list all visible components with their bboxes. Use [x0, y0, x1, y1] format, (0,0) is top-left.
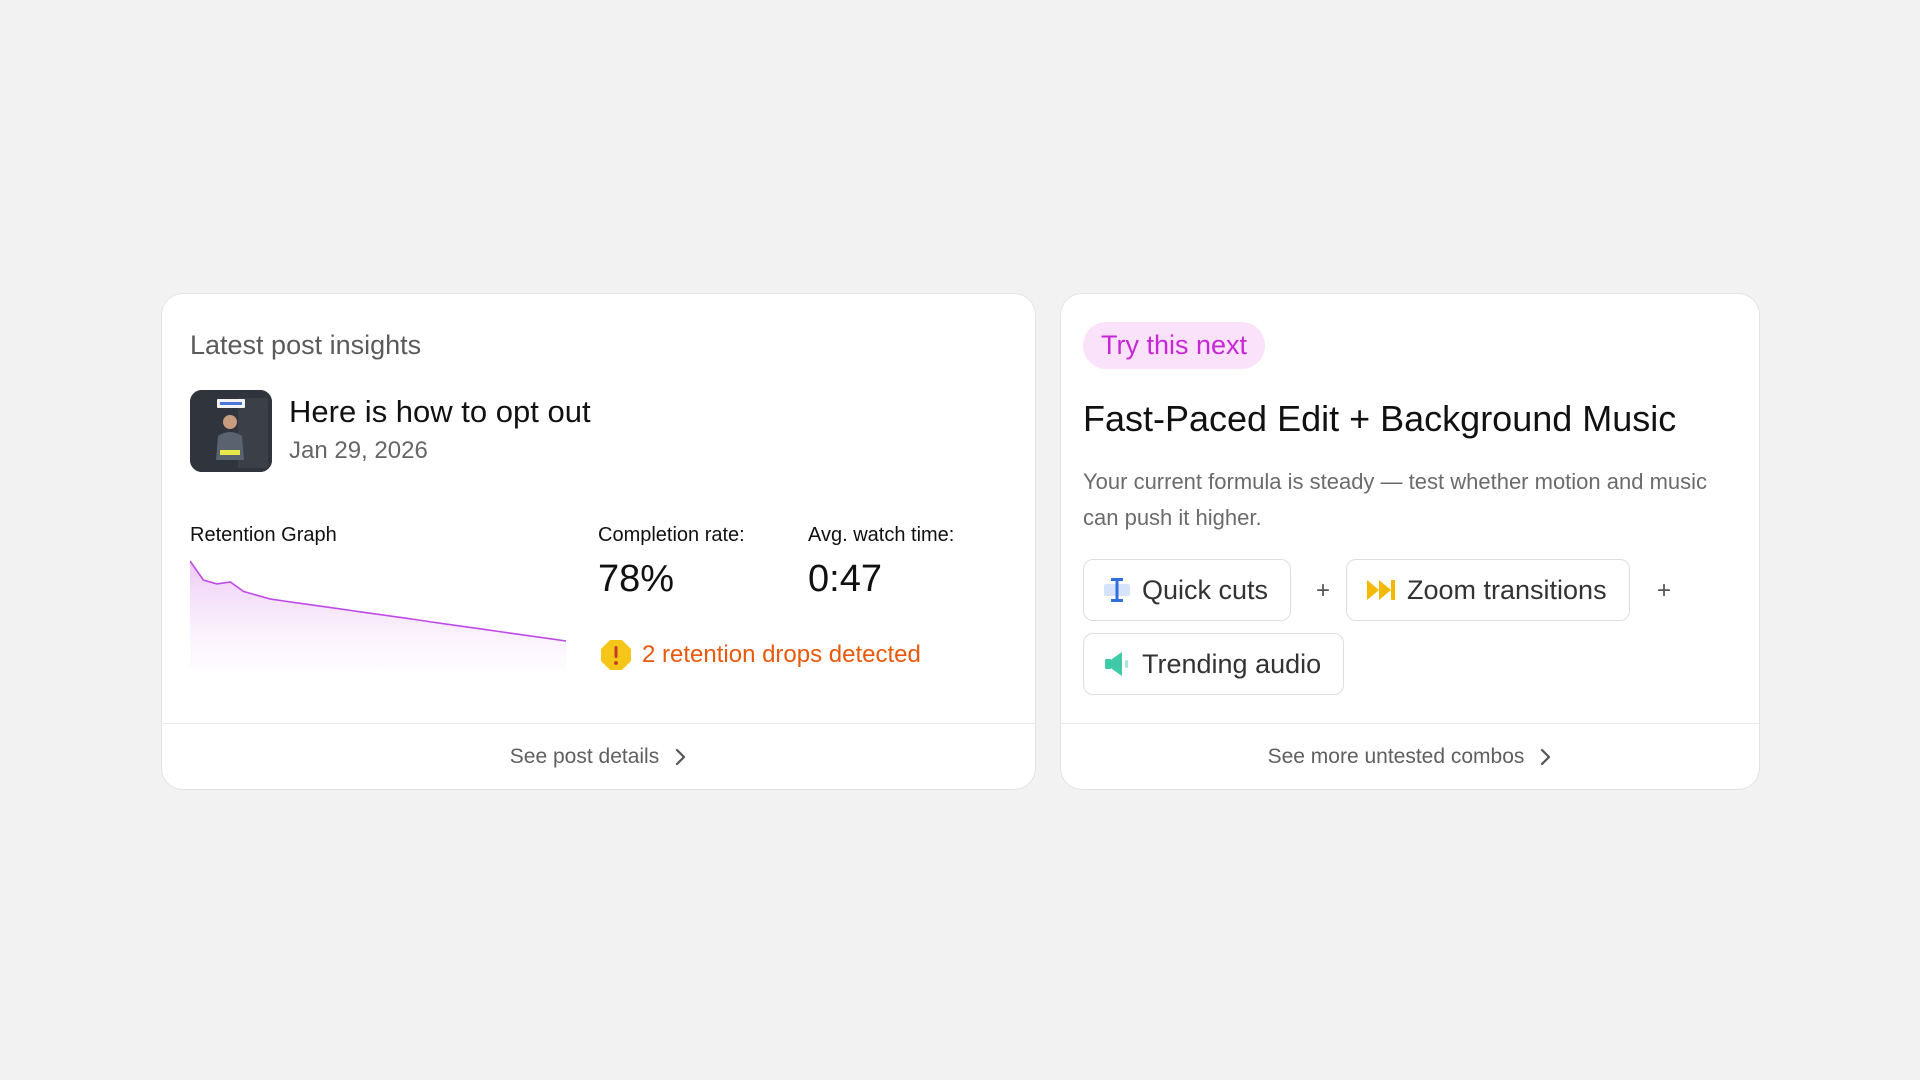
speaker-icon — [1105, 652, 1128, 676]
warning-octagon-icon — [601, 640, 631, 670]
retention-graph-label: Retention Graph — [190, 524, 337, 546]
completion-rate-value: 78% — [598, 558, 675, 600]
video-thumbnail[interactable] — [190, 390, 272, 472]
post-insights-card: Latest post insights Here is how to opt … — [161, 293, 1036, 790]
retention-warning: 2 retention drops detected — [600, 639, 921, 671]
chip-zoom-transitions[interactable]: Zoom transitions — [1346, 559, 1630, 621]
plus-separator: + — [1657, 577, 1672, 604]
chip-label: Zoom transitions — [1407, 574, 1607, 605]
post-date: Jan 29, 2026 — [289, 437, 428, 464]
warning-text: 2 retention drops detected — [642, 641, 921, 668]
thumbnail-image — [190, 390, 272, 472]
chip-quick-cuts[interactable]: Quick cuts — [1083, 559, 1292, 621]
fast-forward-icon — [1367, 580, 1395, 600]
avg-watch-time-value: 0:47 — [808, 558, 882, 600]
text-cursor-icon — [1104, 578, 1130, 602]
see-post-details-link[interactable]: See post details — [162, 723, 1035, 789]
combo-description: Your current formula is steady — test wh… — [1083, 469, 1708, 530]
plus-separator: + — [1316, 577, 1331, 604]
combo-headline: Fast-Paced Edit + Background Music — [1083, 398, 1677, 439]
see-more-combos-link[interactable]: See more untested combos — [1061, 723, 1759, 789]
post-title[interactable]: Here is how to opt out — [289, 394, 591, 430]
retention-graph — [190, 560, 566, 669]
completion-rate-label: Completion rate: — [598, 524, 745, 546]
try-next-badge: Try this next — [1083, 322, 1266, 369]
chevron-right-icon — [1541, 748, 1551, 765]
section-title: Latest post insights — [190, 330, 422, 360]
chip-label: Quick cuts — [1142, 574, 1269, 605]
chevron-right-icon — [676, 748, 686, 765]
chip-trending-audio[interactable]: Trending audio — [1083, 633, 1345, 695]
footer-link-label: See more untested combos — [1267, 744, 1525, 768]
avg-watch-time-label: Avg. watch time: — [808, 524, 955, 546]
chip-label: Trending audio — [1142, 648, 1322, 679]
footer-link-label: See post details — [509, 744, 660, 768]
try-next-card: Try this next Fast-Paced Edit + Backgrou… — [1060, 293, 1760, 790]
